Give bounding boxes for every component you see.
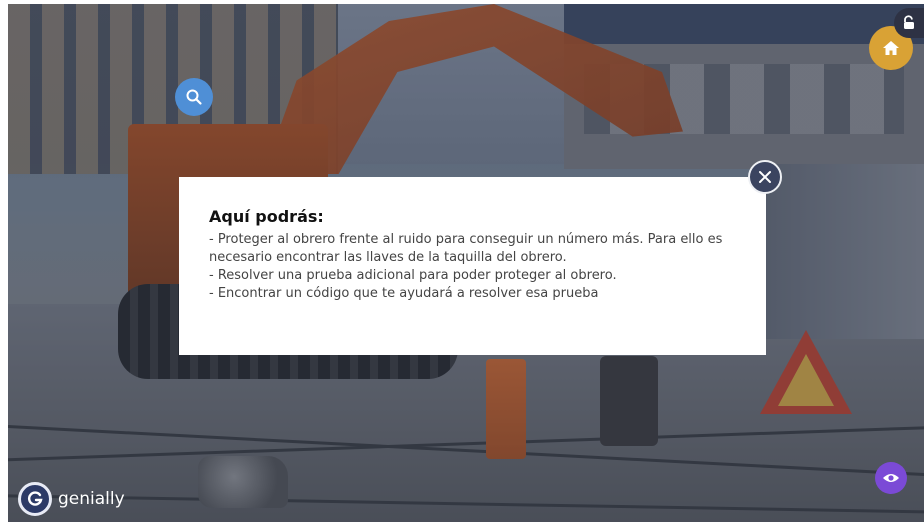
modal-text-line: necesario encontrar las llaves de la taq… [209, 250, 567, 265]
close-modal-button[interactable] [748, 160, 782, 194]
home-icon [883, 41, 899, 55]
modal-text-line: - Proteger al obrero frente al ruido par… [209, 232, 723, 247]
view-button[interactable] [875, 462, 907, 494]
genially-brand[interactable]: genially [18, 482, 125, 516]
modal-text-line: - Encontrar un código que te ayudará a r… [209, 286, 599, 301]
modal-text-line: - Resolver una prueba adicional para pod… [209, 268, 617, 283]
close-icon [759, 171, 771, 183]
eye-icon [883, 474, 899, 482]
info-modal: Aquí podrás: - Proteger al obrero frente… [179, 177, 766, 355]
brand-name: genially [58, 489, 125, 509]
genially-logo-icon [18, 482, 52, 516]
search-icon [186, 89, 202, 105]
unlock-button[interactable] [894, 8, 924, 38]
modal-title: Aquí podrás: [209, 207, 324, 226]
unlock-icon [904, 15, 914, 29]
search-button[interactable] [175, 78, 213, 116]
